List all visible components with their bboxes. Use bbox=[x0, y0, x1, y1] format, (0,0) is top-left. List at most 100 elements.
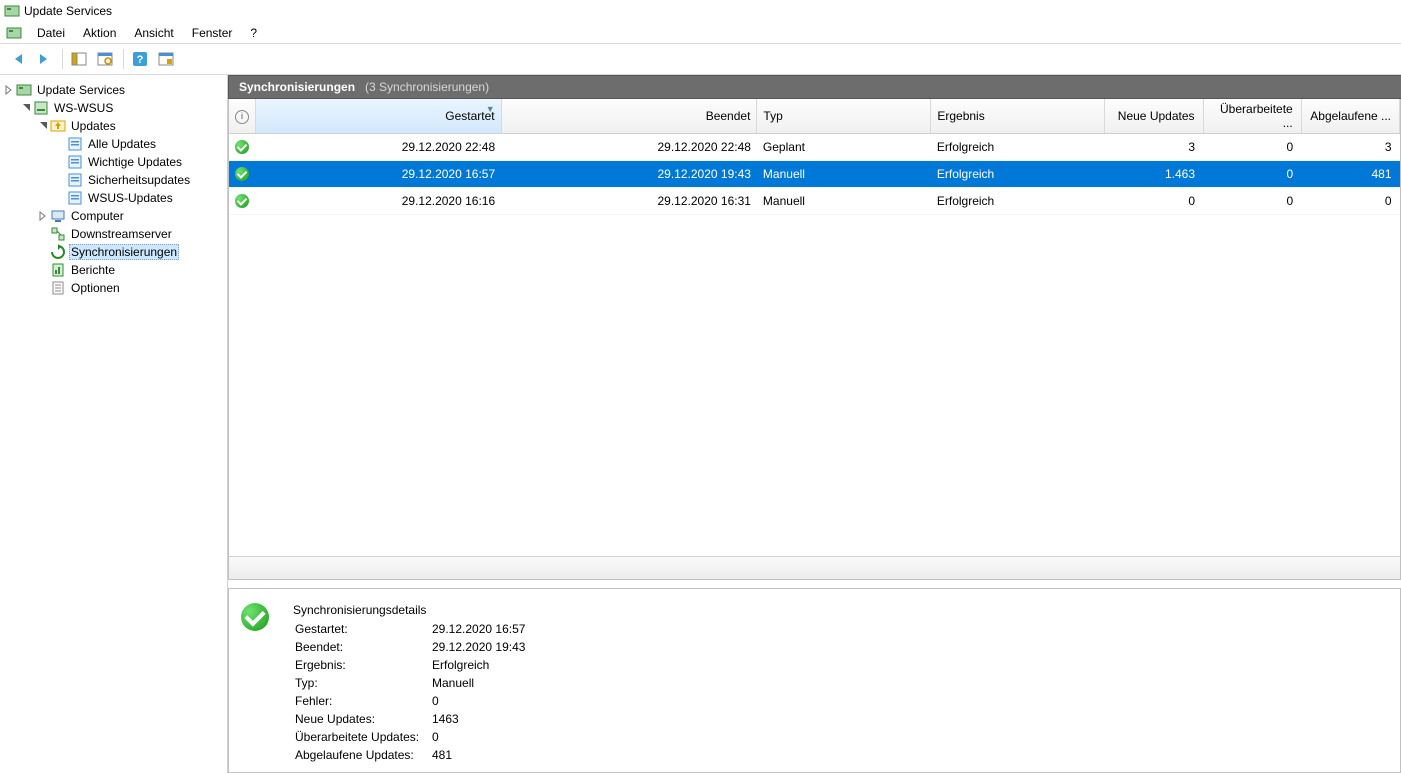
menu-datei[interactable]: Datei bbox=[28, 23, 74, 43]
detail-value: Erfolgreich bbox=[432, 657, 525, 673]
col-result[interactable]: Ergebnis bbox=[931, 99, 1105, 134]
tree-node-wichtige-updates[interactable]: Wichtige Updates bbox=[0, 153, 227, 171]
cell-ended: 29.12.2020 22:48 bbox=[501, 134, 757, 161]
leaf-icon bbox=[67, 136, 83, 152]
show-hide-button[interactable] bbox=[67, 47, 91, 71]
success-icon bbox=[235, 194, 249, 208]
arrow-right-icon bbox=[36, 51, 52, 67]
cell-rev: 0 bbox=[1203, 161, 1301, 188]
tree-node-alle-updates[interactable]: Alle Updates bbox=[0, 135, 227, 153]
help-icon bbox=[132, 51, 148, 67]
tree-node-downstreamserver[interactable]: Downstreamserver bbox=[0, 225, 227, 243]
tree-spacer bbox=[53, 137, 67, 151]
detail-value: Manuell bbox=[432, 675, 525, 691]
cell-type: Geplant bbox=[757, 134, 931, 161]
toolbar-separator bbox=[62, 49, 63, 69]
cell-ended: 29.12.2020 16:31 bbox=[501, 188, 757, 215]
detail-row: Neue Updates:1463 bbox=[295, 711, 525, 727]
expand-icon[interactable] bbox=[36, 209, 50, 223]
tree-label: Computer bbox=[69, 209, 126, 223]
col-type[interactable]: Typ bbox=[757, 99, 931, 134]
titlebar: Update Services bbox=[0, 0, 1401, 22]
content-count: (3 Synchronisierungen) bbox=[365, 80, 489, 94]
tree-node-wsus-updates[interactable]: WSUS-Updates bbox=[0, 189, 227, 207]
success-icon bbox=[241, 603, 269, 631]
tree-label: WS-WSUS bbox=[52, 101, 115, 115]
detail-key: Gestartet: bbox=[295, 621, 430, 637]
downstream-icon bbox=[50, 226, 66, 242]
expand-icon[interactable] bbox=[2, 83, 16, 97]
detail-value: 0 bbox=[432, 693, 525, 709]
col-status[interactable]: i bbox=[229, 99, 256, 134]
tree-label: Berichte bbox=[69, 263, 117, 277]
success-icon bbox=[235, 140, 249, 154]
cell-new: 1.463 bbox=[1105, 161, 1203, 188]
cell-ended: 29.12.2020 19:43 bbox=[501, 161, 757, 188]
tree-node-berichte[interactable]: Berichte bbox=[0, 261, 227, 279]
detail-row: Abgelaufene Updates:481 bbox=[295, 747, 525, 763]
help-button[interactable] bbox=[128, 47, 152, 71]
tree-spacer bbox=[36, 281, 50, 295]
col-started[interactable]: Gestartet▼ bbox=[256, 99, 502, 134]
detail-row: Gestartet:29.12.2020 16:57 bbox=[295, 621, 525, 637]
content-title: Synchronisierungen bbox=[239, 80, 355, 94]
tree-label: WSUS-Updates bbox=[86, 191, 175, 205]
tree-node-sicherheitsupdates[interactable]: Sicherheitsupdates bbox=[0, 171, 227, 189]
tree-node-ws-wsus[interactable]: WS-WSUS bbox=[0, 99, 227, 117]
props-button[interactable] bbox=[154, 47, 178, 71]
grid: i Gestartet▼BeendetTypErgebnisNeue Update… bbox=[228, 99, 1401, 580]
tree-label: Updates bbox=[69, 119, 118, 133]
toolbar bbox=[0, 44, 1401, 75]
col-ended[interactable]: Beendet bbox=[501, 99, 757, 134]
cell-exp: 3 bbox=[1301, 134, 1399, 161]
detail-value: 0 bbox=[432, 729, 525, 745]
tree-node-optionen[interactable]: Optionen bbox=[0, 279, 227, 297]
splitter[interactable] bbox=[228, 580, 1401, 588]
detail-value: 29.12.2020 16:57 bbox=[432, 621, 525, 637]
tree-node-update-services[interactable]: Update Services bbox=[0, 81, 227, 99]
table-row[interactable]: 29.12.2020 16:5729.12.2020 19:43ManuellE… bbox=[229, 161, 1400, 188]
tree-spacer bbox=[36, 263, 50, 277]
details-title: Synchronisierungsdetails bbox=[293, 603, 527, 617]
collapse-icon[interactable] bbox=[19, 101, 33, 115]
server-icon bbox=[33, 100, 49, 116]
tree-node-synchronisierungen[interactable]: Synchronisierungen bbox=[0, 243, 227, 261]
cell-type: Manuell bbox=[757, 161, 931, 188]
tree-node-updates[interactable]: Updates bbox=[0, 117, 227, 135]
detail-row: Ergebnis:Erfolgreich bbox=[295, 657, 525, 673]
detail-value: 29.12.2020 19:43 bbox=[432, 639, 525, 655]
col-new[interactable]: Neue Updates bbox=[1105, 99, 1203, 134]
detail-key: Ergebnis: bbox=[295, 657, 430, 673]
updates-icon bbox=[50, 118, 66, 134]
menu-ansicht[interactable]: Ansicht bbox=[125, 23, 182, 43]
menu-fenster[interactable]: Fenster bbox=[183, 23, 242, 43]
table-row[interactable]: 29.12.2020 16:1629.12.2020 16:31ManuellE… bbox=[229, 188, 1400, 215]
detail-key: Fehler: bbox=[295, 693, 430, 709]
cell-started: 29.12.2020 16:16 bbox=[256, 188, 502, 215]
table-row[interactable]: 29.12.2020 22:4829.12.2020 22:48GeplantE… bbox=[229, 134, 1400, 161]
collapse-icon[interactable] bbox=[36, 119, 50, 133]
tree-spacer bbox=[53, 173, 67, 187]
col-rev[interactable]: Überarbeitete ... bbox=[1203, 99, 1301, 134]
sync-table[interactable]: i Gestartet▼BeendetTypErgebnisNeue Update… bbox=[229, 99, 1400, 215]
tree-node-computer[interactable]: Computer bbox=[0, 207, 227, 225]
forward-button[interactable] bbox=[32, 47, 56, 71]
detail-key: Neue Updates: bbox=[295, 711, 430, 727]
cell-started: 29.12.2020 16:57 bbox=[256, 161, 502, 188]
detail-row: Fehler:0 bbox=[295, 693, 525, 709]
menu-?[interactable]: ? bbox=[241, 23, 266, 43]
info-icon: i bbox=[235, 110, 249, 124]
detail-value: 1463 bbox=[432, 711, 525, 727]
detail-key: Beendet: bbox=[295, 639, 430, 655]
refresh-button[interactable] bbox=[93, 47, 117, 71]
cell-type: Manuell bbox=[757, 188, 931, 215]
menu-aktion[interactable]: Aktion bbox=[74, 23, 125, 43]
grid-footer bbox=[229, 556, 1400, 579]
back-button[interactable] bbox=[6, 47, 30, 71]
detail-value: 481 bbox=[432, 747, 525, 763]
detail-key: Überarbeitete Updates: bbox=[295, 729, 430, 745]
tree-label: Alle Updates bbox=[86, 137, 158, 151]
success-icon bbox=[235, 167, 249, 181]
tree-spacer bbox=[36, 227, 50, 241]
col-exp[interactable]: Abgelaufene ... bbox=[1301, 99, 1399, 134]
